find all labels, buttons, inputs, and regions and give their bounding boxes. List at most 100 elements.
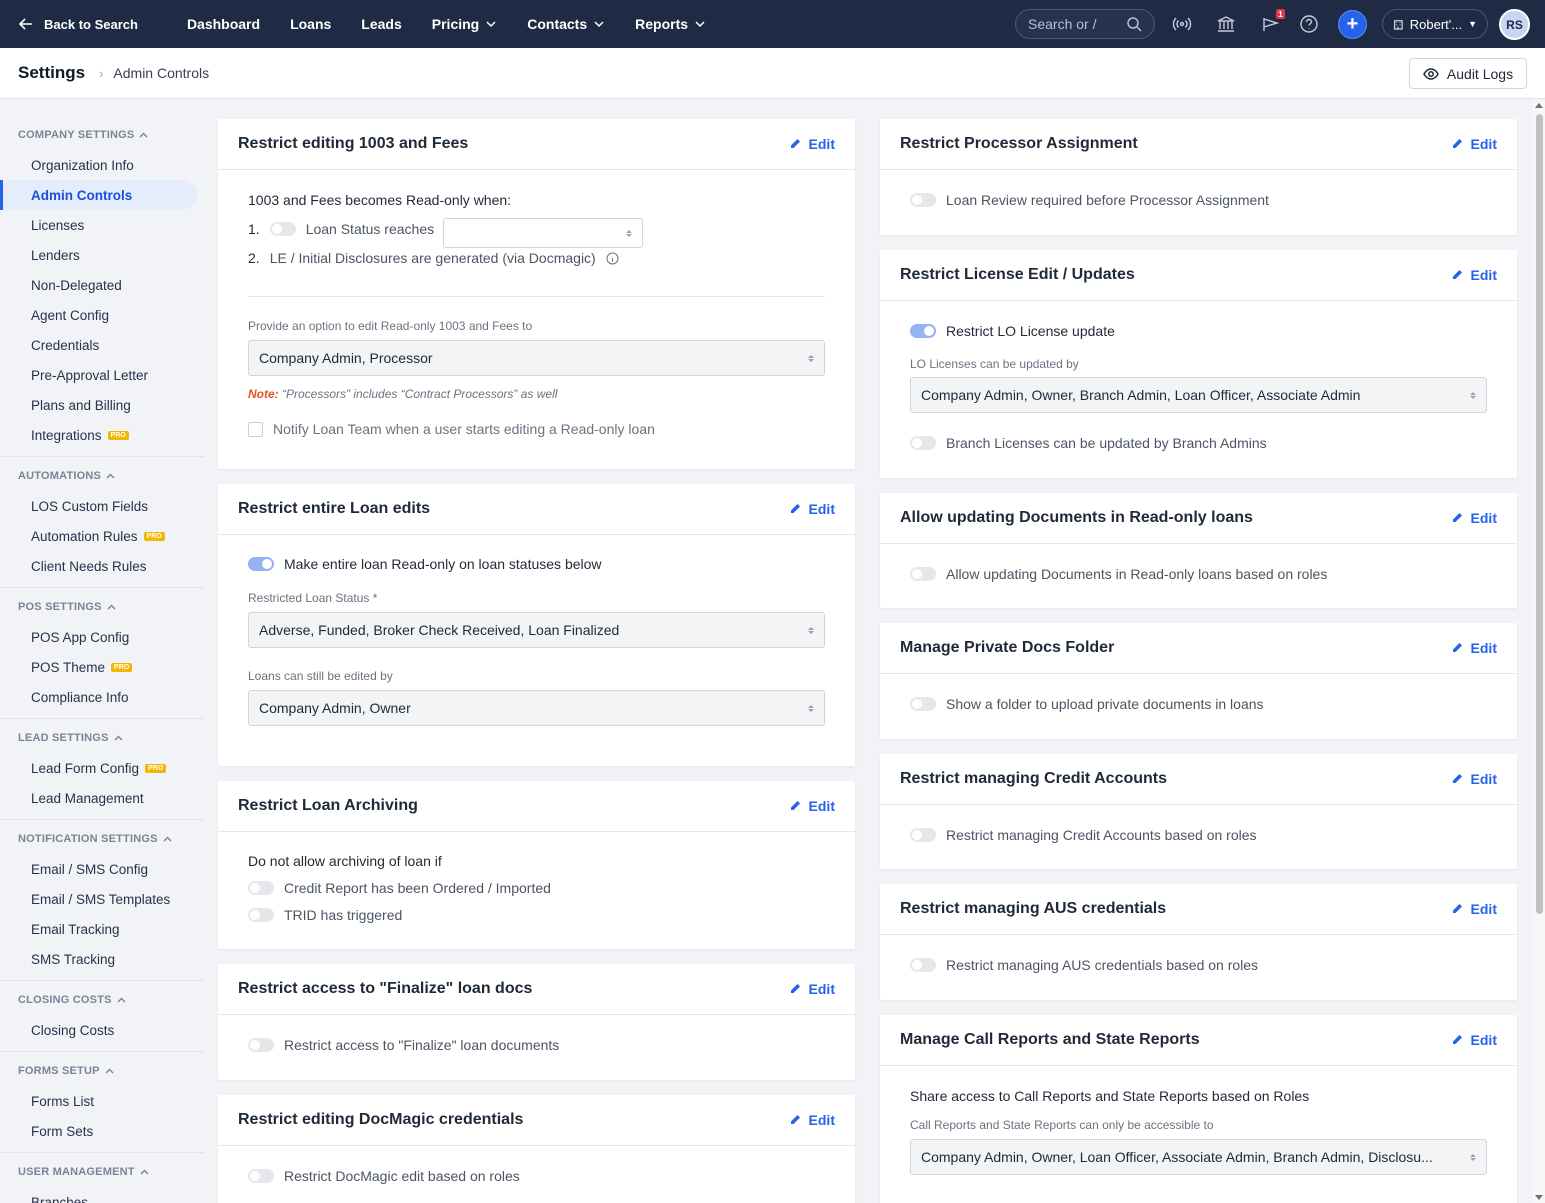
section-user-management[interactable]: USER MANAGEMENT bbox=[0, 1157, 205, 1187]
section-closing-costs[interactable]: CLOSING COSTS bbox=[0, 985, 205, 1015]
branch-license-toggle[interactable] bbox=[910, 436, 936, 450]
aus-toggle[interactable] bbox=[910, 958, 936, 972]
organization-selector[interactable]: Robert'... ▼ bbox=[1382, 9, 1488, 39]
page-title[interactable]: Settings bbox=[18, 63, 85, 83]
loan-status-select[interactable] bbox=[443, 218, 643, 248]
sidebar-item-closing-costs[interactable]: Closing Costs bbox=[0, 1015, 205, 1045]
readonly-intro: 1003 and Fees becomes Read-only when: bbox=[248, 192, 512, 208]
restricted-status-select[interactable]: Adverse, Funded, Broker Check Received, … bbox=[248, 612, 825, 648]
nav-reports[interactable]: Reports bbox=[620, 16, 721, 32]
edit-button[interactable]: Edit bbox=[1451, 901, 1497, 917]
trid-toggle[interactable] bbox=[248, 908, 274, 922]
lo-licenses-select[interactable]: Company Admin, Owner, Branch Admin, Loan… bbox=[910, 377, 1487, 413]
sidebar-item-lead-management[interactable]: Lead Management bbox=[0, 783, 205, 813]
documents-toggle[interactable] bbox=[910, 567, 936, 581]
sidebar-item-organization-info[interactable]: Organization Info bbox=[0, 150, 205, 180]
card-title: Restrict Processor Assignment bbox=[900, 135, 1138, 152]
sidebar-item-integrations[interactable]: Integrations PRO bbox=[0, 420, 205, 450]
edit-roles-select[interactable]: Company Admin, Processor bbox=[248, 340, 825, 376]
sidebar-item-lead-form-config[interactable]: Lead Form Config PRO bbox=[0, 753, 205, 783]
global-search-input[interactable]: Search or / bbox=[1015, 9, 1155, 39]
edit-button[interactable]: Edit bbox=[1451, 771, 1497, 787]
chevron-up-icon bbox=[163, 836, 172, 841]
card-call-reports: Manage Call Reports and State Reports Ed… bbox=[880, 1015, 1517, 1203]
section-forms-setup[interactable]: FORMS SETUP bbox=[0, 1056, 205, 1086]
help-icon[interactable] bbox=[1299, 14, 1319, 34]
back-to-search-link[interactable]: Back to Search bbox=[18, 16, 138, 32]
sidebar-item-admin-controls[interactable]: Admin Controls bbox=[0, 180, 197, 210]
lo-license-toggle[interactable] bbox=[910, 324, 936, 338]
sidebar-item-automation-rules[interactable]: Automation Rules PRO bbox=[0, 521, 205, 551]
sidebar-item-pre-approval-letter[interactable]: Pre-Approval Letter bbox=[0, 360, 205, 390]
sidebar-item-branches[interactable]: Branches bbox=[0, 1187, 205, 1203]
audit-logs-button[interactable]: Audit Logs bbox=[1409, 58, 1527, 89]
edit-button[interactable]: Edit bbox=[789, 1112, 835, 1128]
sidebar-item-los-custom-fields[interactable]: LOS Custom Fields bbox=[0, 491, 205, 521]
docmagic-toggle[interactable] bbox=[248, 1169, 274, 1183]
info-icon[interactable] bbox=[606, 252, 619, 265]
edit-button[interactable]: Edit bbox=[789, 136, 835, 152]
card-title: Restrict entire Loan edits bbox=[238, 500, 431, 517]
broadcast-icon[interactable] bbox=[1172, 14, 1192, 34]
section-automations[interactable]: AUTOMATIONS bbox=[0, 461, 205, 491]
bank-icon[interactable] bbox=[1216, 14, 1236, 34]
card-title: Restrict managing Credit Accounts bbox=[900, 770, 1168, 787]
edit-button[interactable]: Edit bbox=[1451, 267, 1497, 283]
nav-pricing[interactable]: Pricing bbox=[417, 16, 512, 32]
section-lead-settings[interactable]: LEAD SETTINGS bbox=[0, 723, 205, 753]
branch-license-label: Branch Licenses can be updated by Branch… bbox=[946, 435, 1267, 451]
section-pos-settings[interactable]: POS SETTINGS bbox=[0, 592, 205, 622]
edit-button[interactable]: Edit bbox=[1451, 1032, 1497, 1048]
card-title: Restrict editing DocMagic credentials bbox=[238, 1111, 524, 1128]
sidebar-item-email-sms-config[interactable]: Email / SMS Config bbox=[0, 854, 205, 884]
credit-accounts-label: Restrict managing Credit Accounts based … bbox=[946, 827, 1257, 843]
sidebar-item-plans-and-billing[interactable]: Plans and Billing bbox=[0, 390, 205, 420]
edit-button[interactable]: Edit bbox=[1451, 640, 1497, 656]
credit-report-toggle[interactable] bbox=[248, 881, 274, 895]
edit-button[interactable]: Edit bbox=[789, 798, 835, 814]
call-reports-intro: Share access to Call Reports and State R… bbox=[910, 1088, 1310, 1104]
scrollbar-thumb[interactable] bbox=[1536, 114, 1543, 914]
call-reports-access-select[interactable]: Company Admin, Owner, Loan Officer, Asso… bbox=[910, 1139, 1487, 1175]
sidebar-item-form-sets[interactable]: Form Sets bbox=[0, 1116, 205, 1146]
sidebar-item-lenders[interactable]: Lenders bbox=[0, 240, 205, 270]
sidebar-item-sms-tracking[interactable]: SMS Tracking bbox=[0, 944, 205, 974]
entire-readonly-toggle[interactable] bbox=[248, 557, 274, 571]
card-restrict-archiving: Restrict Loan Archiving Edit Do not allo… bbox=[218, 781, 855, 949]
edit-button[interactable]: Edit bbox=[1451, 136, 1497, 152]
edit-button[interactable]: Edit bbox=[789, 981, 835, 997]
breadcrumb: Settings › Admin Controls Audit Logs bbox=[0, 48, 1545, 99]
sidebar-item-email-sms-templates[interactable]: Email / SMS Templates bbox=[0, 884, 205, 914]
card-credit-accounts: Restrict managing Credit Accounts Edit R… bbox=[880, 754, 1517, 869]
notify-checkbox[interactable] bbox=[248, 421, 263, 437]
nav-leads[interactable]: Leads bbox=[346, 16, 416, 32]
section-notification-settings[interactable]: NOTIFICATION SETTINGS bbox=[0, 824, 205, 854]
nav-loans[interactable]: Loans bbox=[275, 16, 346, 32]
sidebar-item-agent-config[interactable]: Agent Config bbox=[0, 300, 205, 330]
section-company-settings[interactable]: COMPANY SETTINGS bbox=[0, 120, 205, 150]
add-new-button[interactable]: + bbox=[1338, 10, 1367, 39]
credit-accounts-toggle[interactable] bbox=[910, 828, 936, 842]
nav-dashboard[interactable]: Dashboard bbox=[172, 16, 275, 32]
sidebar-item-pos-theme[interactable]: POS Theme PRO bbox=[0, 652, 205, 682]
sidebar-item-forms-list[interactable]: Forms List bbox=[0, 1086, 205, 1116]
loan-review-toggle[interactable] bbox=[910, 193, 936, 207]
user-avatar[interactable]: RS bbox=[1499, 9, 1530, 40]
edited-by-select[interactable]: Company Admin, Owner bbox=[248, 690, 825, 726]
sidebar-item-pos-app-config[interactable]: POS App Config bbox=[0, 622, 205, 652]
nav-contacts[interactable]: Contacts bbox=[512, 16, 620, 32]
sidebar-item-client-needs-rules[interactable]: Client Needs Rules bbox=[0, 551, 205, 581]
sidebar-item-compliance-info[interactable]: Compliance Info bbox=[0, 682, 205, 712]
edit-button[interactable]: Edit bbox=[789, 501, 835, 517]
private-docs-toggle[interactable] bbox=[910, 697, 936, 711]
edit-button[interactable]: Edit bbox=[1451, 510, 1497, 526]
sidebar-item-non-delegated[interactable]: Non-Delegated bbox=[0, 270, 205, 300]
scroll-down-icon[interactable] bbox=[1535, 1195, 1543, 1200]
scroll-up-icon[interactable] bbox=[1535, 103, 1543, 108]
sidebar-item-email-tracking[interactable]: Email Tracking bbox=[0, 914, 205, 944]
sidebar-item-credentials[interactable]: Credentials bbox=[0, 330, 205, 360]
archiving-intro: Do not allow archiving of loan if bbox=[248, 853, 442, 869]
sidebar-item-licenses[interactable]: Licenses bbox=[0, 210, 205, 240]
loan-status-toggle[interactable] bbox=[269, 222, 296, 236]
finalize-toggle[interactable] bbox=[248, 1038, 274, 1052]
